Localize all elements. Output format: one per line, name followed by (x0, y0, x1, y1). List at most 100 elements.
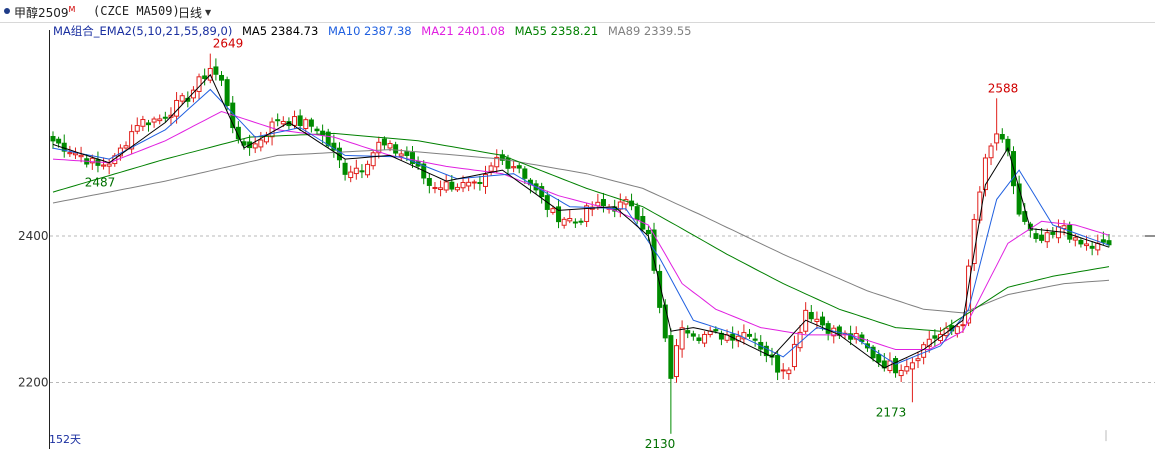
candle-up (174, 99, 180, 117)
candle-down (696, 337, 702, 342)
candle-down (1033, 233, 1039, 239)
candle-up (780, 369, 786, 372)
candle-up (151, 118, 157, 123)
candle-down (752, 338, 758, 341)
candle-down (820, 316, 826, 326)
candle-up (702, 333, 708, 344)
candle-down (713, 329, 719, 332)
candle-down (1106, 240, 1112, 246)
candle-down (893, 358, 899, 374)
candle-up (454, 186, 460, 191)
candle-down (685, 330, 691, 334)
candle-up (567, 218, 573, 222)
candle-up (67, 152, 73, 155)
candle-up (123, 145, 129, 149)
candle-down (477, 182, 483, 185)
candle-up (252, 143, 258, 149)
y-tick-label-2400: 2400 (18, 229, 49, 243)
candle-up (101, 164, 107, 167)
selected-dot-icon (4, 8, 10, 14)
candle-down (825, 323, 831, 334)
candle-down (213, 66, 219, 75)
candle-up (387, 142, 393, 149)
candle-down (404, 151, 410, 156)
candle-up (1044, 232, 1050, 243)
candle-up (258, 139, 264, 148)
candle-up (370, 152, 376, 167)
candle-down (381, 138, 387, 146)
candle-up (460, 182, 466, 189)
candle-down (578, 220, 584, 223)
candle-up (106, 163, 112, 167)
candle-up (673, 345, 679, 378)
candle-up (140, 119, 146, 127)
contract-code: (CZCE MA509) (93, 4, 180, 18)
candle-down (56, 138, 62, 144)
candle-up (280, 120, 286, 125)
contract-name[interactable]: 甲醇2509M (14, 4, 75, 21)
candle-down (1050, 231, 1056, 235)
candle-up (134, 125, 140, 132)
candle-up (72, 152, 78, 156)
candle-down (359, 170, 365, 173)
candle-up (960, 324, 966, 327)
candle-up (915, 358, 921, 362)
annotation-low-2487: 2487 (85, 175, 116, 189)
candle-down (522, 168, 528, 179)
candle-down (690, 333, 696, 337)
candlestick-chart[interactable]: 2200 2400 2649 2487 2130 2588 2173 (0, 22, 1155, 449)
candle-up (269, 121, 275, 138)
candle-up (443, 181, 449, 191)
candle-up (511, 166, 517, 169)
y-tick-label-2200: 2200 (18, 376, 49, 390)
candle-up (438, 187, 444, 191)
candle-up (466, 181, 472, 187)
candle-up (1072, 237, 1078, 241)
candle-down (775, 355, 781, 373)
candle-down (645, 229, 651, 235)
period-selector[interactable]: 日线 (178, 4, 202, 21)
chart-header: 甲醇2509M (CZCE MA509) 日线 ▼ (0, 0, 1155, 23)
candle-up (904, 366, 910, 372)
day-count: 152天 (49, 433, 81, 446)
candle-down (516, 165, 522, 169)
candle-down (1067, 224, 1073, 240)
candle-down (747, 333, 753, 337)
candle-up (898, 369, 904, 377)
candle-down (600, 199, 606, 207)
candle-up (365, 163, 371, 176)
candle-up (954, 326, 960, 334)
candle-down (219, 74, 225, 81)
candle-up (179, 95, 185, 102)
candle-up (196, 76, 202, 92)
annotation-low-2173: 2173 (876, 405, 907, 419)
candle-down (275, 119, 281, 122)
candle-up (157, 118, 163, 122)
annotation-high-2649: 2649 (213, 37, 244, 51)
candle-down (297, 115, 303, 127)
candle-up (432, 186, 438, 189)
candle-up (353, 167, 359, 175)
candle-down (202, 75, 208, 79)
candle-up (679, 327, 685, 350)
candle-down (572, 221, 578, 224)
candle-up (78, 154, 84, 158)
candle-up (348, 171, 354, 179)
candle-down (1078, 239, 1084, 245)
candle-up (921, 344, 927, 358)
candle-down (342, 162, 348, 175)
candle-down (1100, 239, 1106, 243)
candle-up (814, 318, 820, 323)
candle-up (550, 208, 556, 213)
chevron-down-icon[interactable]: ▼ (205, 8, 211, 17)
contract-superscript: M (68, 5, 76, 14)
candle-down (662, 304, 668, 339)
candle-down (932, 335, 938, 339)
candle-down (449, 181, 455, 190)
annotation-high-2588: 2588 (988, 81, 1019, 95)
candle-down (999, 134, 1005, 140)
candle-down (808, 311, 814, 320)
candle-down (668, 335, 674, 379)
candle-up (1084, 243, 1090, 247)
candle-up (488, 165, 494, 172)
